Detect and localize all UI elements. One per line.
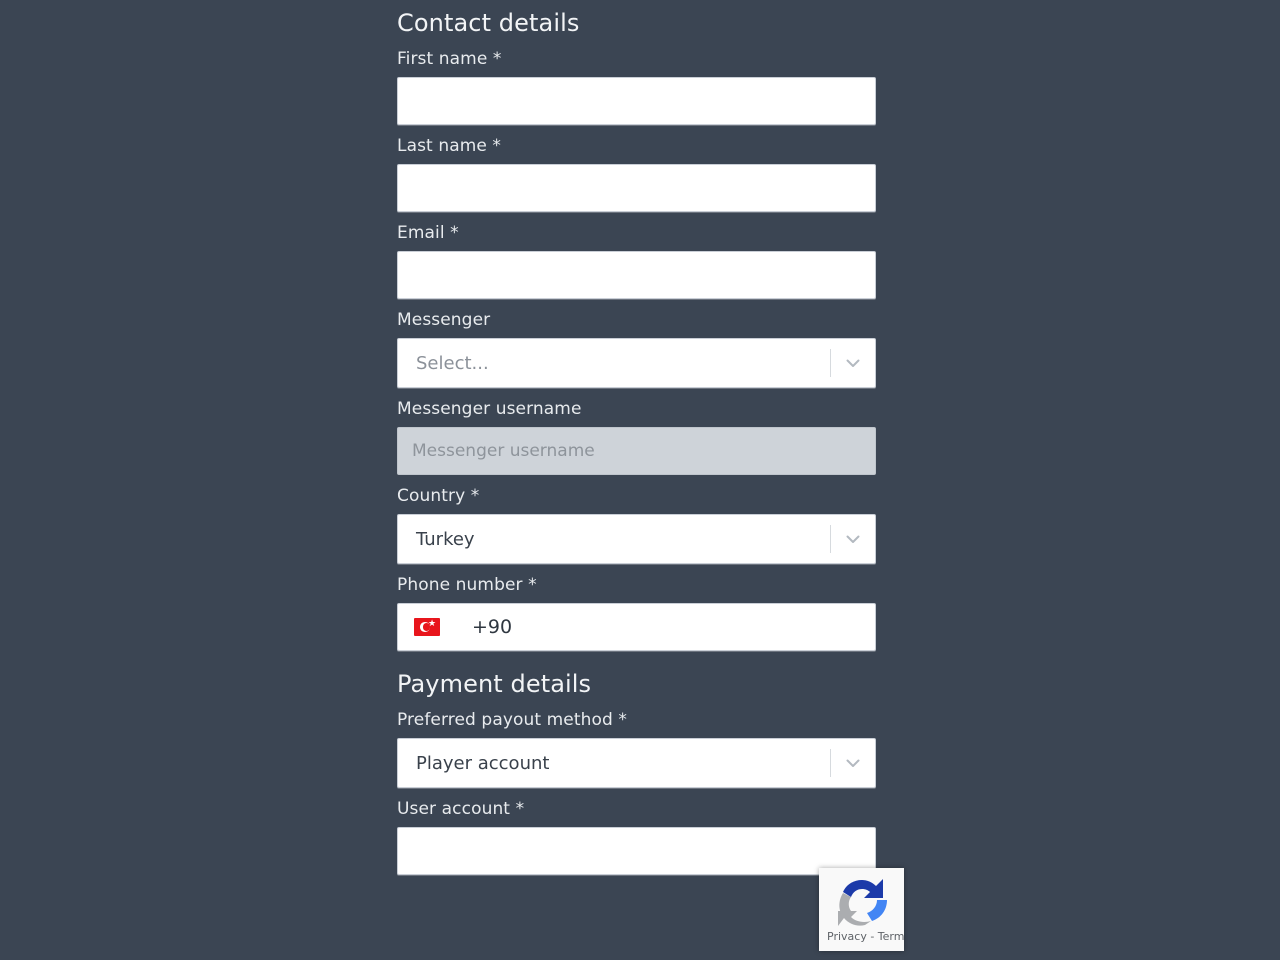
user-account-label: User account * xyxy=(397,799,525,819)
page-root: Contact details First name * Last name *… xyxy=(0,0,1280,960)
first-name-label: First name * xyxy=(397,49,502,69)
last-name-input[interactable] xyxy=(397,164,876,212)
chevron-down-icon[interactable] xyxy=(831,515,875,563)
messenger-username-input xyxy=(397,427,876,475)
recaptcha-privacy-terms-links[interactable]: Privacy - Terms xyxy=(827,930,904,944)
last-name-label: Last name * xyxy=(397,136,502,156)
messenger-label: Messenger xyxy=(397,310,491,330)
email-label: Email * xyxy=(397,223,459,243)
phone-number-input[interactable]: +90 xyxy=(397,603,876,651)
recaptcha-badge[interactable]: Privacy - Terms xyxy=(819,868,904,951)
country-label: Country * xyxy=(397,486,480,506)
payout-method-select[interactable]: Player account xyxy=(397,738,876,788)
contact-details-heading: Contact details xyxy=(397,9,580,37)
chevron-down-icon[interactable] xyxy=(831,739,875,787)
payout-method-label: Preferred payout method * xyxy=(397,710,627,730)
phone-number-label: Phone number * xyxy=(397,575,537,595)
messenger-select-value: Select... xyxy=(416,352,489,374)
payout-method-select-value: Player account xyxy=(416,752,550,774)
messenger-select[interactable]: Select... xyxy=(397,338,876,388)
messenger-username-label: Messenger username xyxy=(397,399,582,419)
recaptcha-logo-icon xyxy=(831,874,893,929)
country-select[interactable]: Turkey xyxy=(397,514,876,564)
registration-form: Contact details First name * Last name *… xyxy=(397,0,876,875)
country-select-value: Turkey xyxy=(416,528,475,550)
user-account-input[interactable] xyxy=(397,827,876,875)
flag-turkey-icon[interactable] xyxy=(414,618,440,636)
first-name-input[interactable] xyxy=(397,77,876,125)
email-input[interactable] xyxy=(397,251,876,299)
phone-dial-code: +90 xyxy=(472,616,513,638)
chevron-down-icon[interactable] xyxy=(831,339,875,387)
payment-details-heading: Payment details xyxy=(397,670,592,698)
